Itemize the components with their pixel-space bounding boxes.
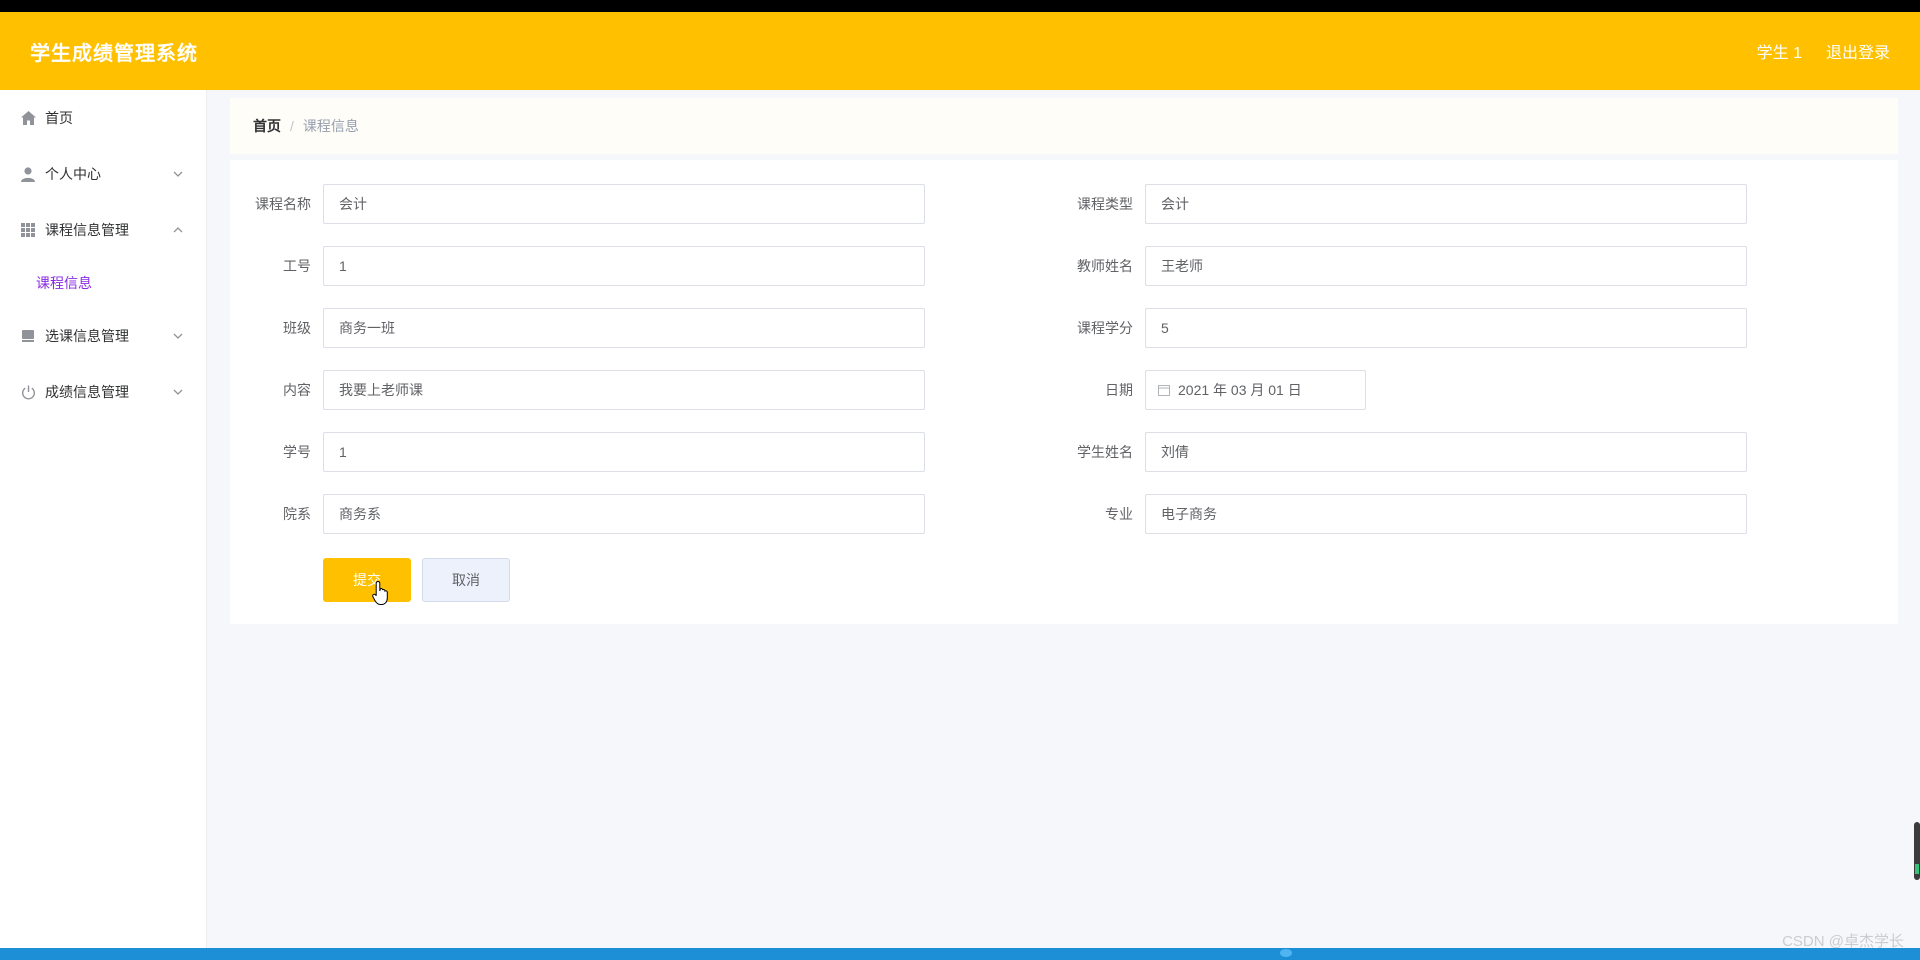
student-id-label: 学号: [283, 444, 311, 460]
app-title: 学生成绩管理系统: [30, 42, 198, 65]
date-label: 日期: [1105, 382, 1133, 398]
watermark: CSDN @卓杰学长: [1782, 933, 1904, 950]
form-row-course-name: 课程名称: [230, 184, 925, 224]
form-row-teacher-id: 工号: [230, 246, 925, 286]
course-name-label: 课程名称: [255, 196, 311, 212]
taskbar-indicator: [1280, 949, 1292, 957]
credit-input[interactable]: [1145, 308, 1747, 348]
sidebar-item-label: 课程信息管理: [45, 222, 129, 238]
grid-icon: [20, 222, 36, 238]
sidebar-item-label: 首页: [45, 110, 73, 126]
form-row-teacher-name: 教师姓名: [1052, 246, 1747, 286]
current-user: 学生 1: [1756, 45, 1802, 62]
form-row-date: 日期 2021 年 03 月 01 日: [1052, 370, 1366, 410]
class-input[interactable]: [323, 308, 925, 348]
app-screen: 学生成绩管理系统 学生 1 退出登录 首页 个人中心 课程信息管理 课程信息 选…: [0, 12, 1920, 948]
scrollbar-handle[interactable]: [1914, 822, 1920, 880]
major-label: 专业: [1105, 506, 1133, 522]
logout-link[interactable]: 退出登录: [1826, 39, 1890, 63]
submenu-item-label: 课程信息: [36, 275, 92, 291]
calendar-icon: [1158, 385, 1170, 396]
department-label: 院系: [283, 506, 311, 522]
sidebar-item-grade-mgmt[interactable]: 成绩信息管理: [0, 364, 206, 420]
content-input[interactable]: [323, 370, 925, 410]
top-header: 学生成绩管理系统 学生 1 退出登录: [0, 12, 1920, 90]
form-row-student-name: 学生姓名: [1052, 432, 1747, 472]
chevron-down-icon: [173, 171, 183, 177]
submit-button[interactable]: 提交: [323, 558, 411, 602]
course-name-input[interactable]: [323, 184, 925, 224]
form-row-content: 内容: [230, 370, 925, 410]
hand-cursor-icon: [372, 580, 388, 605]
teacher-name-input[interactable]: [1145, 246, 1747, 286]
sidebar-item-course-mgmt[interactable]: 课程信息管理: [0, 202, 206, 258]
teacher-id-label: 工号: [283, 258, 311, 274]
credit-label: 课程学分: [1077, 320, 1133, 336]
breadcrumb-separator: /: [290, 118, 294, 134]
major-input[interactable]: [1145, 494, 1747, 534]
cancel-button[interactable]: 取消: [422, 558, 510, 602]
teacher-id-input[interactable]: [323, 246, 925, 286]
course-type-label: 课程类型: [1077, 196, 1133, 212]
breadcrumb-current: 课程信息: [302, 118, 359, 134]
teacher-name-label: 教师姓名: [1077, 258, 1133, 274]
sidebar-item-home[interactable]: 首页: [0, 90, 206, 146]
student-name-input[interactable]: [1145, 432, 1747, 472]
power-icon: [20, 384, 36, 400]
chevron-down-icon: [173, 333, 183, 339]
sidebar-item-label: 成绩信息管理: [45, 384, 129, 400]
sidebar-item-selection-mgmt[interactable]: 选课信息管理: [0, 308, 206, 364]
taskbar: [0, 948, 1920, 960]
form-row-major: 专业: [1052, 494, 1747, 534]
student-id-input[interactable]: [323, 432, 925, 472]
date-picker[interactable]: 2021 年 03 月 01 日: [1145, 370, 1366, 410]
book-icon: [20, 328, 36, 344]
form-row-credit: 课程学分: [1052, 308, 1747, 348]
sidebar-item-profile[interactable]: 个人中心: [0, 146, 206, 202]
breadcrumb: 首页 / 课程信息: [230, 98, 1898, 154]
course-form: 课程名称 工号 班级 内容 学号 院系 课程类型 教师姓名: [230, 160, 1898, 624]
submenu-item-course-info[interactable]: 课程信息: [0, 258, 206, 308]
course-type-input[interactable]: [1145, 184, 1747, 224]
sidebar-item-label: 选课信息管理: [45, 328, 129, 344]
content-label: 内容: [283, 382, 311, 398]
form-row-class: 班级: [230, 308, 925, 348]
sidebar-item-label: 个人中心: [45, 166, 101, 182]
class-label: 班级: [283, 320, 311, 336]
header-user-area: 学生 1 退出登录: [1757, 39, 1890, 63]
form-row-department: 院系: [230, 494, 925, 534]
sidebar: 首页 个人中心 课程信息管理 课程信息 选课信息管理 成绩信息管理: [0, 90, 207, 948]
department-input[interactable]: [323, 494, 925, 534]
form-row-student-id: 学号: [230, 432, 925, 472]
home-icon: [20, 110, 36, 126]
chevron-up-icon: [173, 227, 183, 233]
date-value: 2021 年 03 月 01 日: [1178, 382, 1302, 398]
breadcrumb-home[interactable]: 首页: [253, 116, 281, 136]
student-name-label: 学生姓名: [1077, 444, 1133, 460]
chevron-down-icon: [173, 389, 183, 395]
form-row-course-type: 课程类型: [1052, 184, 1747, 224]
user-icon: [20, 166, 36, 182]
